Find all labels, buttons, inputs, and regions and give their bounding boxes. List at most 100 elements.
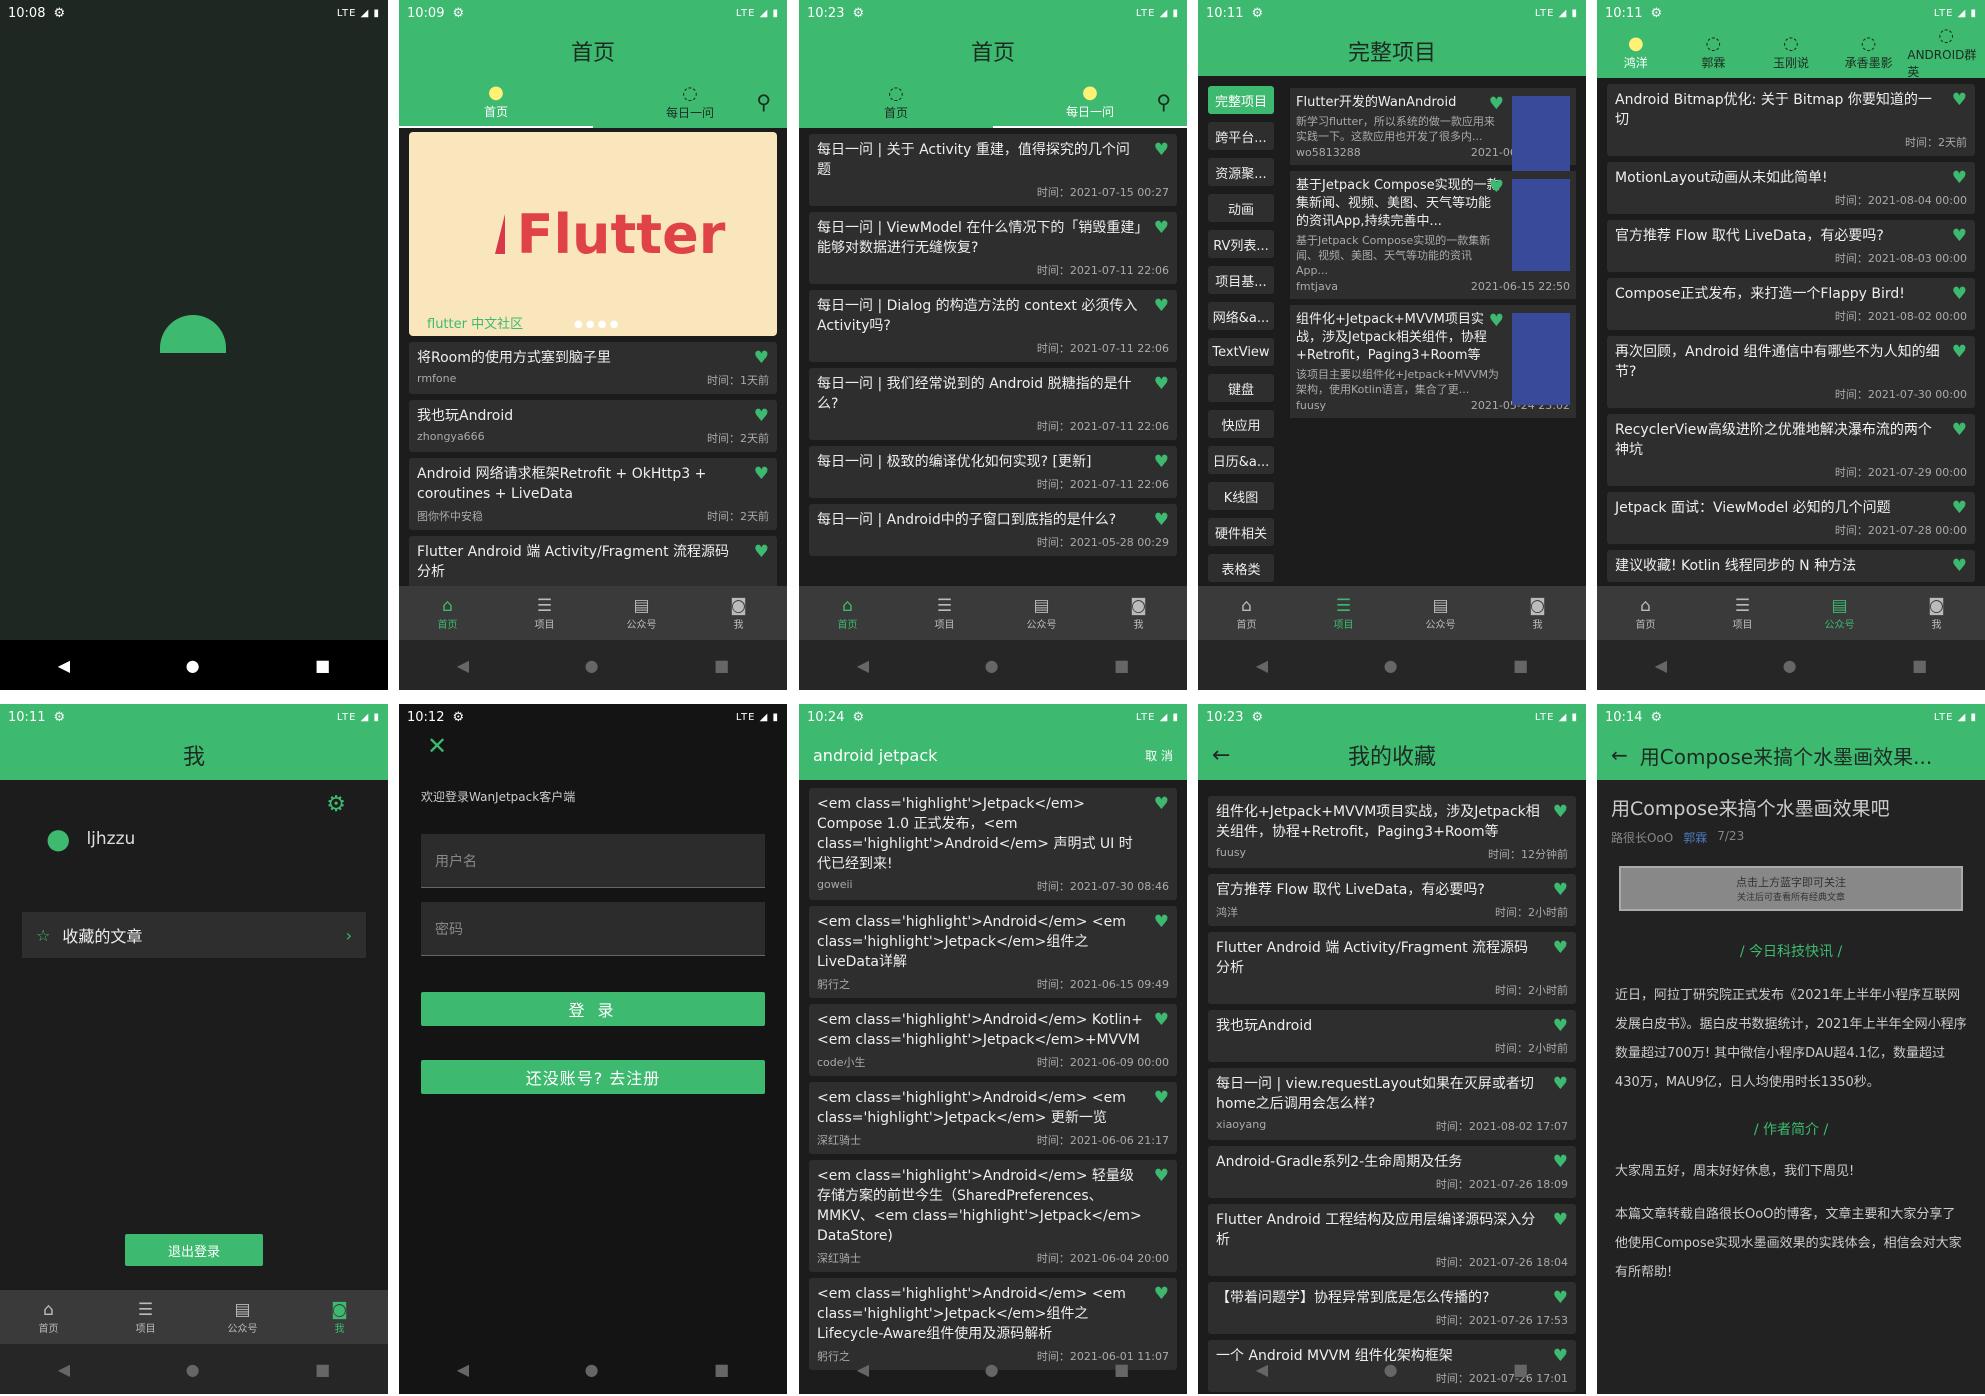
nav-item[interactable]: ▤ 公众号 bbox=[1791, 586, 1888, 640]
heart-icon[interactable]: ♥ bbox=[1952, 420, 1967, 440]
home-icon[interactable]: ● bbox=[585, 1360, 599, 1379]
back-icon[interactable]: ◀ bbox=[857, 656, 869, 675]
account-tab[interactable]: ● 鸿洋 bbox=[1597, 26, 1675, 78]
heart-icon[interactable]: ♥ bbox=[1952, 498, 1967, 518]
back-icon[interactable]: ◀ bbox=[58, 656, 70, 675]
back-icon[interactable]: ◀ bbox=[1256, 1360, 1268, 1379]
login-button[interactable]: 登 录 bbox=[421, 992, 765, 1026]
account-tab[interactable]: ◌ 郭霖 bbox=[1675, 26, 1753, 78]
home-icon[interactable]: ● bbox=[985, 656, 999, 675]
list-item[interactable]: Compose正式发布，来打造一个Flappy Bird! ♥ 时间：2021-08… bbox=[1607, 278, 1975, 330]
recents-icon[interactable]: ■ bbox=[1114, 1360, 1129, 1379]
list-item[interactable]: <em class='highlight'>Android</em> <em c… bbox=[809, 906, 1177, 998]
list-item[interactable]: <em class='highlight'>Android</em> <em c… bbox=[809, 1082, 1177, 1154]
list-item[interactable]: Flutter Android 工程结构及应用层编译源码深入分析 ♥ 时间：2021… bbox=[1208, 1204, 1576, 1276]
back-icon[interactable]: ◀ bbox=[857, 1360, 869, 1379]
list-item[interactable]: 每日一问 | view.requestLayout如果在灭屏或者切home之后调… bbox=[1208, 1068, 1576, 1140]
heart-icon[interactable]: ♥ bbox=[1154, 140, 1169, 160]
heart-icon[interactable]: ♥ bbox=[1553, 880, 1568, 900]
heart-icon[interactable]: ♥ bbox=[1489, 94, 1504, 114]
list-item[interactable]: 每日一问 | 关于 Activity 重建，值得探究的几个问题 ♥ 时间：2021-… bbox=[809, 134, 1177, 206]
heart-icon[interactable]: ♥ bbox=[1154, 1166, 1169, 1186]
follow-banner[interactable]: 点击上方蓝字即可关注 关注后可查看所有经典文章 bbox=[1619, 866, 1963, 911]
heart-icon[interactable]: ♥ bbox=[1952, 226, 1967, 246]
list-item[interactable]: Flutter Android 端 Activity/Fragment 流程源码… bbox=[1208, 932, 1576, 1004]
nav-item[interactable]: ⌂ 首页 bbox=[799, 586, 896, 640]
back-icon[interactable]: ◀ bbox=[1655, 656, 1667, 675]
heart-icon[interactable]: ♥ bbox=[1553, 1288, 1568, 1308]
nav-item[interactable]: ⌂ 首页 bbox=[1198, 586, 1295, 640]
account-tab[interactable]: ◌ 承香墨影 bbox=[1830, 26, 1908, 78]
list-item[interactable]: 建议收藏! Kotlin 线程同步的 N 种方法 ♥ bbox=[1607, 550, 1975, 582]
close-icon[interactable]: ✕ bbox=[427, 732, 447, 760]
list-item[interactable]: 每日一问 | 我们经常说到的 Android 脱糖指的是什么? ♥ 时间：2021-… bbox=[809, 368, 1177, 440]
list-item[interactable]: Flutter Android 端 Activity/Fragment 流程源码… bbox=[409, 536, 777, 588]
list-item[interactable]: <em class='highlight'>Android</em> 轻量级存储… bbox=[809, 1160, 1177, 1272]
list-item[interactable]: 再次回顾，Android 组件通信中有哪些不为人知的细节? ♥ 时间：2021-07… bbox=[1607, 336, 1975, 408]
heart-icon[interactable]: ♥ bbox=[1154, 1088, 1169, 1108]
tab-home[interactable]: ● 首页 bbox=[399, 76, 593, 128]
tab-home[interactable]: ◌ 首页 bbox=[799, 76, 993, 128]
category-item[interactable]: 硬件相关 bbox=[1208, 518, 1274, 546]
list-item[interactable]: 每日一问 | 极致的编译优化如何实现? [更新] ♥ 时间：2021-07-11 2… bbox=[809, 446, 1177, 498]
recents-icon[interactable]: ■ bbox=[1114, 656, 1129, 675]
heart-icon[interactable]: ♥ bbox=[754, 542, 769, 562]
heart-icon[interactable]: ♥ bbox=[1154, 374, 1169, 394]
list-item[interactable]: 【带着问题学】协程异常到底是怎么传播的? ♥ 时间：2021-07-26 17:53 bbox=[1208, 1282, 1576, 1334]
recents-icon[interactable]: ■ bbox=[1513, 1360, 1528, 1379]
heart-icon[interactable]: ♥ bbox=[1553, 1074, 1568, 1094]
password-field[interactable]: 密码 bbox=[421, 902, 765, 956]
heart-icon[interactable]: ♥ bbox=[1952, 90, 1967, 110]
heart-icon[interactable]: ♥ bbox=[1553, 1210, 1568, 1230]
username-field[interactable]: 用户名 bbox=[421, 834, 765, 888]
nav-item[interactable]: ▤ 公众号 bbox=[1392, 586, 1489, 640]
nav-item[interactable]: ▤ 公众号 bbox=[593, 586, 690, 640]
heart-icon[interactable]: ♥ bbox=[1952, 168, 1967, 188]
category-item[interactable]: 表格类 bbox=[1208, 554, 1274, 582]
heart-icon[interactable]: ♥ bbox=[1553, 1016, 1568, 1036]
search-icon[interactable]: ⚲ bbox=[756, 90, 771, 114]
back-arrow-icon[interactable]: ← bbox=[1611, 743, 1628, 767]
list-item[interactable]: 我也玩Android ♥ zhongya666 时间：2天前 bbox=[409, 400, 777, 452]
settings-gear-icon[interactable]: ⚙ bbox=[326, 792, 346, 817]
heart-icon[interactable]: ♥ bbox=[754, 406, 769, 426]
recents-icon[interactable]: ■ bbox=[1912, 656, 1927, 675]
project-item[interactable]: ♥ Flutter开发的WanAndroid 新学习flutter，所以系统的做一款… bbox=[1290, 88, 1576, 188]
heart-icon[interactable]: ♥ bbox=[1154, 912, 1169, 932]
list-item[interactable]: MotionLayout动画从未如此简单! ♥ 时间：2021-08-04 00:0… bbox=[1607, 162, 1975, 214]
list-item[interactable]: 每日一问 | Dialog 的构造方法的 context 必须传入 Activi… bbox=[809, 290, 1177, 362]
list-item[interactable]: 官方推荐 Flow 取代 LiveData，有必要吗? ♥ 鸿洋 时间：2小时前 bbox=[1208, 874, 1576, 926]
home-icon[interactable]: ● bbox=[186, 1360, 200, 1379]
list-item[interactable]: 官方推荐 Flow 取代 LiveData，有必要吗? ♥ 时间：2021-08-0… bbox=[1607, 220, 1975, 272]
heart-icon[interactable]: ♥ bbox=[1489, 311, 1504, 331]
list-item[interactable]: <em class='highlight'>Jetpack</em> Compo… bbox=[809, 788, 1177, 900]
search-input[interactable]: android jetpack bbox=[813, 746, 937, 765]
heart-icon[interactable]: ♥ bbox=[1154, 510, 1169, 530]
heart-icon[interactable]: ♥ bbox=[1489, 177, 1504, 197]
register-button[interactable]: 还没账号? 去注册 bbox=[421, 1060, 765, 1094]
recents-icon[interactable]: ■ bbox=[714, 1360, 729, 1379]
home-icon[interactable]: ● bbox=[186, 656, 200, 675]
list-item[interactable]: Android 网络请求框架Retrofit + OkHttp3 + corou… bbox=[409, 458, 777, 530]
heart-icon[interactable]: ♥ bbox=[1154, 218, 1169, 238]
list-item[interactable]: Android Bitmap优化: 关于 Bitmap 你要知道的一切 ♥ 时间：2… bbox=[1607, 84, 1975, 156]
heart-icon[interactable]: ♥ bbox=[1553, 938, 1568, 958]
back-icon[interactable]: ◀ bbox=[58, 1360, 70, 1379]
nav-item[interactable]: ☰ 项目 bbox=[496, 586, 593, 640]
account-tab[interactable]: ◌ 玉刚说 bbox=[1752, 26, 1830, 78]
heart-icon[interactable]: ♥ bbox=[1154, 296, 1169, 316]
nav-item[interactable]: ☰ 项目 bbox=[896, 586, 993, 640]
heart-icon[interactable]: ♥ bbox=[1154, 452, 1169, 472]
back-arrow-icon[interactable]: ← bbox=[1212, 743, 1230, 768]
favorites-row[interactable]: ☆ 收藏的文章 › bbox=[22, 912, 366, 958]
heart-icon[interactable]: ♥ bbox=[1553, 1152, 1568, 1172]
heart-icon[interactable]: ♥ bbox=[1154, 1010, 1169, 1030]
nav-item[interactable]: ◙ 我 bbox=[291, 1290, 388, 1344]
list-item[interactable]: Android-Gradle系列2-生命周期及任务 ♥ 时间：2021-07-26 … bbox=[1208, 1146, 1576, 1198]
nav-item[interactable]: ◙ 我 bbox=[690, 586, 787, 640]
nav-item[interactable]: ▤ 公众号 bbox=[993, 586, 1090, 640]
heart-icon[interactable]: ♥ bbox=[754, 464, 769, 484]
heart-icon[interactable]: ♥ bbox=[1154, 1284, 1169, 1304]
nav-item[interactable]: ☰ 项目 bbox=[1694, 586, 1791, 640]
cancel-button[interactable]: 取 消 bbox=[1145, 747, 1173, 764]
